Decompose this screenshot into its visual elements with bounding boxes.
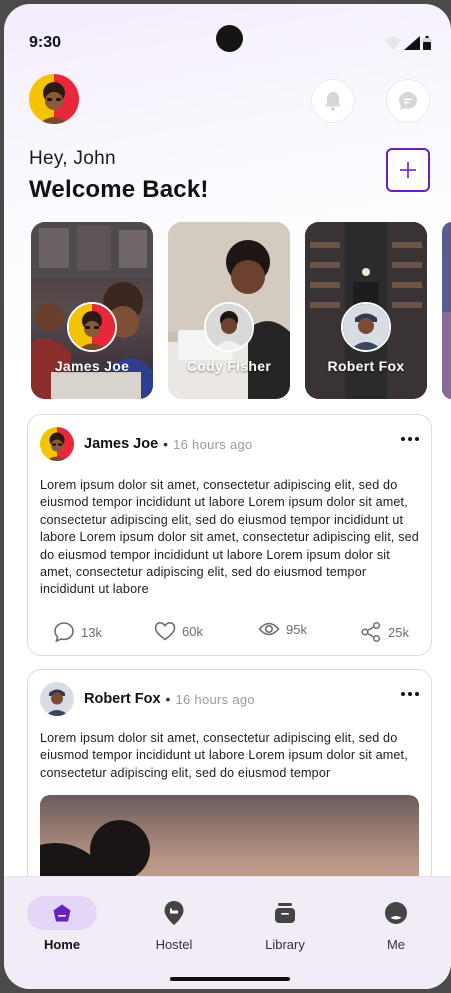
comments-button[interactable]: 13k (53, 621, 102, 643)
nav-item-home[interactable]: Home (17, 895, 107, 952)
library-icon (275, 903, 295, 923)
welcome-title: Welcome Back! (29, 176, 209, 203)
post-body: Lorem ipsum dolor sit amet, consectetur … (40, 478, 419, 597)
likes-count: 60k (182, 623, 203, 639)
heart-icon (154, 621, 176, 641)
post-timestamp: 16 hours ago (175, 691, 255, 707)
post-body: Lorem ipsum dolor sit amet, consectetur … (40, 731, 408, 780)
nav-label: Library (265, 937, 305, 952)
shares-count: 25k (388, 624, 409, 640)
nav-item-hostel[interactable]: Hostel (129, 895, 219, 952)
bottom-navigation: Home Hostel Library Me (4, 876, 451, 989)
status-bar: 9:30 (4, 4, 451, 74)
nav-item-library[interactable]: Library (240, 895, 330, 952)
user-avatar[interactable] (29, 74, 79, 124)
more-options-icon[interactable] (401, 692, 419, 696)
story-card-james-joe[interactable]: James Joe (31, 222, 153, 399)
battery-icon (423, 36, 431, 50)
nav-label: Me (386, 937, 406, 952)
post-card: James Joe • 16 hours ago Lorem ipsum dol… (27, 414, 432, 656)
post-author-name[interactable]: James Joe (84, 436, 158, 452)
post-stats: 13k 60k 95k 25k (28, 621, 431, 645)
story-card-robert-fox[interactable]: Robert Fox (305, 222, 427, 399)
system-icons (385, 36, 431, 50)
nav-item-me[interactable]: Me (351, 895, 441, 952)
post-card: Robert Fox • 16 hours ago Lorem ipsum do… (27, 669, 432, 899)
story-card-cody-fisher[interactable]: Cody Fisher (168, 222, 290, 399)
home-indicator (170, 977, 290, 981)
post-timestamp: 16 hours ago (173, 436, 253, 452)
views-indicator: 95k (258, 621, 307, 637)
share-icon (361, 621, 381, 643)
signal-icon (404, 36, 420, 50)
add-post-button[interactable] (386, 148, 430, 192)
notifications-button[interactable] (311, 79, 355, 123)
post-author-name[interactable]: Robert Fox (84, 691, 161, 707)
home-icon (53, 904, 71, 922)
separator-dot: • (163, 436, 169, 452)
front-camera (216, 25, 243, 52)
greeting-text: Hey, John (29, 148, 116, 169)
story-avatar (341, 302, 391, 352)
post-header: Robert Fox • 16 hours ago (40, 682, 255, 716)
chat-icon (399, 92, 417, 110)
post-author-avatar[interactable] (40, 427, 74, 461)
share-button[interactable]: 25k (360, 621, 409, 643)
plus-icon (400, 162, 416, 178)
eye-icon (258, 622, 280, 636)
post-header: James Joe • 16 hours ago (40, 427, 253, 461)
views-count: 95k (286, 621, 307, 637)
separator-dot: • (165, 691, 171, 707)
comment-icon (54, 622, 74, 643)
nav-label: Hostel (155, 937, 193, 952)
story-name: James Joe (54, 358, 130, 374)
like-button[interactable]: 60k (154, 621, 203, 641)
story-name: Cody Fisher (186, 358, 272, 374)
profile-icon (385, 902, 407, 924)
nav-label: Home (43, 937, 81, 952)
post-author-avatar[interactable] (40, 682, 74, 716)
hostel-icon (164, 901, 184, 925)
story-avatar (67, 302, 117, 352)
comments-count: 13k (81, 624, 102, 640)
story-card-partial[interactable] (442, 222, 451, 399)
active-indicator (27, 896, 97, 930)
messages-button[interactable] (386, 79, 430, 123)
story-name: Robert Fox (327, 358, 405, 374)
more-options-icon[interactable] (401, 437, 419, 441)
bell-icon (325, 92, 341, 111)
story-background-image (442, 222, 451, 399)
story-avatar (204, 302, 254, 352)
phone-screen: 9:30 Hey, John Welcome Back! James Joe C… (4, 4, 451, 989)
wifi-icon (385, 36, 401, 50)
status-time: 9:30 (29, 34, 62, 51)
